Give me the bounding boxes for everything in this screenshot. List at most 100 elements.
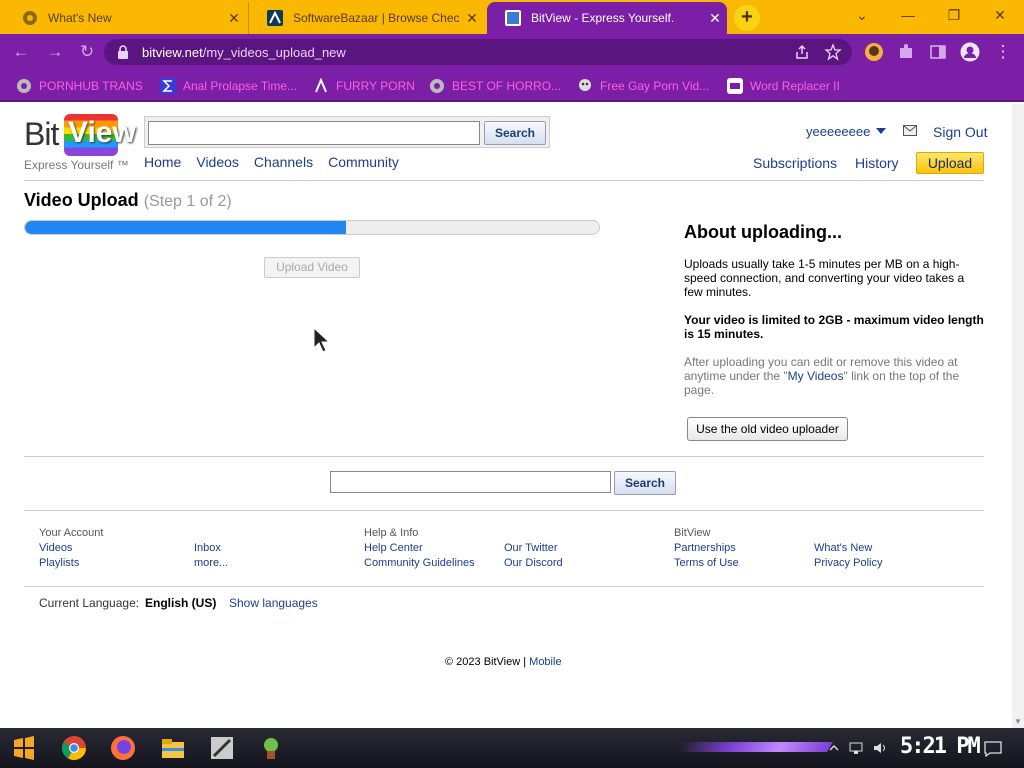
sign-out-link[interactable]: Sign Out bbox=[933, 124, 987, 140]
header-search-box: Search bbox=[144, 116, 550, 148]
side-panel-icon[interactable] bbox=[928, 42, 948, 62]
header-search-button[interactable]: Search bbox=[484, 121, 546, 145]
footer-divider bbox=[24, 510, 984, 511]
file-explorer-icon[interactable] bbox=[159, 734, 187, 762]
taskbar-clock[interactable]: 5:21 PM bbox=[900, 734, 981, 759]
tab-close-icon[interactable]: ✕ bbox=[460, 10, 484, 27]
footer-heading-account: Your Account bbox=[39, 527, 104, 539]
username-menu[interactable]: yeeeeeeee bbox=[806, 124, 870, 139]
tab-title: BitView - Express Yourself. bbox=[531, 11, 675, 25]
profile-avatar-icon[interactable] bbox=[960, 42, 980, 62]
notifications-icon[interactable] bbox=[984, 741, 1002, 757]
softwarebazaar-favicon-icon bbox=[267, 10, 283, 26]
history-link[interactable]: History bbox=[855, 155, 899, 171]
upload-progress-bar bbox=[24, 220, 600, 235]
tab-search-icon[interactable]: ⌄ bbox=[842, 4, 882, 26]
tab-softwarebazaar[interactable]: SoftwareBazaar | Browse Chec ✕ bbox=[248, 2, 484, 34]
tab-title: What's New bbox=[48, 11, 112, 25]
header-search-input[interactable] bbox=[148, 121, 480, 145]
share-icon[interactable] bbox=[793, 43, 811, 61]
new-tab-button[interactable]: + bbox=[734, 5, 760, 31]
network-icon[interactable] bbox=[848, 741, 864, 755]
minimize-icon[interactable]: — bbox=[888, 4, 928, 26]
footer-link-help-center[interactable]: Help Center bbox=[364, 542, 423, 554]
old-uploader-button[interactable]: Use the old video uploader bbox=[687, 417, 848, 441]
footer-link-inbox[interactable]: Inbox bbox=[194, 542, 221, 554]
language-label: Current Language: bbox=[39, 596, 140, 610]
plant-app-icon[interactable] bbox=[257, 734, 285, 762]
footer-link-videos[interactable]: Videos bbox=[39, 542, 72, 554]
upload-video-button[interactable]: Upload Video bbox=[264, 257, 360, 278]
footer-link-discord[interactable]: Our Discord bbox=[504, 557, 563, 569]
bookmark-item[interactable]: Anal Prolapse Time... bbox=[160, 77, 297, 95]
volume-icon[interactable] bbox=[872, 741, 888, 755]
bookmarks-bar: PORNHUB TRANS Anal Prolapse Time... FURR… bbox=[0, 70, 1024, 102]
upload-progress-fill bbox=[25, 221, 347, 234]
address-bar[interactable]: bitview.net/my_videos_upload_new bbox=[104, 39, 852, 65]
mouse-cursor-icon bbox=[313, 326, 331, 353]
back-arrow-icon[interactable]: ← bbox=[10, 41, 32, 63]
close-window-icon[interactable]: ✕ bbox=[980, 4, 1020, 26]
page-title: Video Upload (Step 1 of 2) bbox=[24, 190, 232, 210]
tab-bitview[interactable]: BitView - Express Yourself. ✕ bbox=[487, 2, 727, 34]
mobile-link[interactable]: Mobile bbox=[529, 656, 561, 668]
chevron-down-icon[interactable] bbox=[876, 128, 886, 134]
footer-link-terms[interactable]: Terms of Use bbox=[674, 557, 739, 569]
about-paragraph-speed: Uploads usually take 1-5 minutes per MB … bbox=[684, 257, 965, 299]
header-divider bbox=[24, 180, 984, 181]
taskbar: 5:21 PM bbox=[0, 728, 1024, 768]
extensions-puzzle-icon[interactable] bbox=[896, 42, 916, 62]
show-languages-link[interactable]: Show languages bbox=[229, 596, 318, 610]
upload-button[interactable]: Upload bbox=[916, 152, 984, 174]
bitview-logo[interactable]: Bit View Express Yourself ™ bbox=[24, 114, 136, 172]
about-paragraph-limit: Your video is limited to 2GB - maximum v… bbox=[684, 313, 984, 341]
tab-close-icon[interactable]: ✕ bbox=[703, 10, 727, 27]
mascot-icon bbox=[579, 79, 591, 91]
mail-icon[interactable] bbox=[903, 125, 917, 136]
footer-link-whats-new[interactable]: What's New bbox=[814, 542, 872, 554]
subscriptions-link[interactable]: Subscriptions bbox=[753, 155, 837, 171]
tray-chevron-up-icon[interactable] bbox=[826, 741, 842, 755]
footer-link-partnerships[interactable]: Partnerships bbox=[674, 542, 736, 554]
content-divider bbox=[24, 456, 984, 457]
footer-search-button[interactable]: Search bbox=[614, 471, 676, 495]
chrome-taskbar-icon[interactable] bbox=[60, 734, 88, 762]
bitview-favicon-icon bbox=[505, 10, 521, 26]
about-paragraph-edit: After uploading you can edit or remove t… bbox=[684, 355, 960, 397]
nav-videos[interactable]: Videos bbox=[196, 154, 239, 170]
extension-avatar-icon[interactable] bbox=[864, 42, 884, 62]
footer-link-twitter[interactable]: Our Twitter bbox=[504, 542, 558, 554]
footer-link-guidelines[interactable]: Community Guidelines bbox=[364, 557, 475, 569]
browser-menu-icon[interactable]: ⋮ bbox=[992, 41, 1014, 63]
footer-link-privacy[interactable]: Privacy Policy bbox=[814, 557, 882, 569]
start-menu-icon[interactable] bbox=[10, 734, 38, 762]
restore-icon[interactable]: ❐ bbox=[934, 4, 974, 26]
chrome-favicon-icon bbox=[23, 11, 37, 25]
nav-channels[interactable]: Channels bbox=[254, 154, 313, 170]
page-scrollbar[interactable]: ▼ bbox=[1012, 104, 1024, 728]
bookmark-item[interactable]: BEST OF HORRO... bbox=[429, 77, 561, 95]
scroll-down-icon[interactable]: ▼ bbox=[1014, 717, 1022, 726]
my-videos-link[interactable]: My Videos bbox=[788, 369, 844, 383]
forward-arrow-icon[interactable]: → bbox=[44, 41, 66, 63]
bookmark-item[interactable]: PORNHUB TRANS bbox=[16, 77, 143, 95]
footer-search-input[interactable] bbox=[330, 471, 611, 493]
tab-whats-new[interactable]: What's New ✕ bbox=[4, 2, 246, 34]
nav-community[interactable]: Community bbox=[328, 154, 399, 170]
web-page: Bit View Express Yourself ™ Search Home … bbox=[0, 104, 1012, 728]
app-taskbar-icon[interactable] bbox=[208, 734, 236, 762]
bookmark-item[interactable]: Word Replacer II bbox=[727, 77, 840, 95]
about-heading: About uploading... bbox=[684, 222, 842, 242]
footer-link-playlists[interactable]: Playlists bbox=[39, 557, 79, 569]
lock-icon bbox=[118, 45, 128, 59]
tab-close-icon[interactable]: ✕ bbox=[222, 10, 246, 27]
nav-home[interactable]: Home bbox=[144, 154, 181, 170]
language-value: English (US) bbox=[145, 596, 217, 610]
reload-icon[interactable]: ↻ bbox=[76, 41, 98, 63]
language-divider bbox=[24, 586, 984, 587]
bookmark-item[interactable]: Free Gay Porn Vid... bbox=[577, 77, 709, 95]
footer-link-more[interactable]: more... bbox=[194, 557, 228, 569]
bookmark-star-icon[interactable] bbox=[824, 43, 842, 61]
bookmark-item[interactable]: FURRY PORN bbox=[313, 77, 415, 95]
firefox-taskbar-icon[interactable] bbox=[109, 734, 137, 762]
